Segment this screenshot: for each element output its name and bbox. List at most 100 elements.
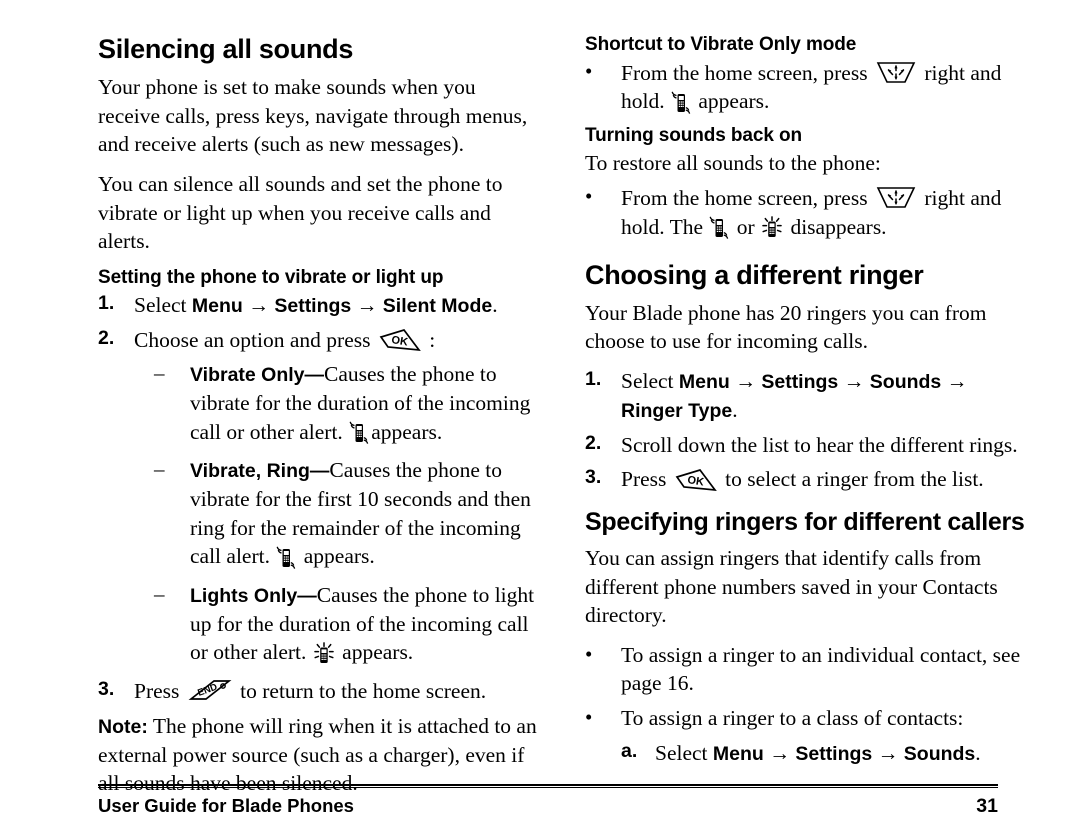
option-term: Lights Only— (190, 584, 317, 607)
list-item: 1. Select Menu → Settings → Sounds → Rin… (585, 367, 1028, 425)
subsection-heading-restore: Turning sounds back on (585, 125, 803, 147)
list-item: 3. Press END to return to the home scree… (98, 677, 541, 706)
page-title: Silencing all sounds (98, 34, 354, 64)
intro-paragraph-2: You can silence all sounds and set the p… (98, 172, 503, 254)
silent-mode-options: – Vibrate Only—Causes the phone to vibra… (154, 360, 541, 667)
step-marker: 1. (98, 291, 115, 314)
step-prefix: Select (134, 292, 192, 317)
substep-text: Select Menu → Settings → Sounds. (655, 739, 1028, 768)
footer-rule-thin (98, 787, 998, 788)
bullet-marker: • (585, 58, 593, 83)
menu-path-settings: Settings (274, 294, 352, 317)
list-item: 3. Press OK to select a ringer from the … (585, 465, 1028, 494)
manual-page: Silencing all sounds Your phone is set t… (0, 0, 1080, 839)
menu-path-settings: Settings (761, 371, 839, 394)
substep-marker: a. (621, 739, 638, 762)
restore-bullet-list: • From the home screen, press right and … (585, 183, 1028, 241)
substep-prefix: Select (655, 740, 713, 765)
bullet-prefix: From the home screen, press (621, 186, 873, 211)
svg-text:OK: OK (390, 334, 408, 348)
step-marker: 3. (585, 466, 602, 489)
step-suffix: to select a ringer from the list. (719, 467, 984, 492)
dash-marker: – (154, 457, 165, 482)
callers-substeps: a. Select Menu → Settings → Sounds. (621, 739, 1028, 768)
list-item: • From the home screen, press right and … (585, 183, 1028, 241)
dash-marker: – (154, 361, 165, 386)
step-prefix: Select (621, 369, 679, 394)
step-marker: 2. (98, 326, 115, 349)
vibrate-phone-icon (276, 546, 296, 570)
ringer-intro: Your Blade phone has 20 ringers you can … (585, 300, 987, 354)
option-tail: appears. (298, 544, 375, 569)
lights-phone-icon (313, 642, 335, 666)
option-tail: appears. (371, 419, 443, 444)
arrow-icon: → (872, 740, 904, 765)
option-tail: appears. (336, 640, 414, 665)
option-term: Vibrate Only— (190, 364, 325, 387)
bullet-joiner: or (731, 215, 761, 240)
vibrate-phone-icon (349, 421, 369, 445)
step-prefix: Press (134, 679, 185, 704)
svg-text:END: END (196, 682, 219, 699)
arrow-icon: → (763, 740, 796, 765)
option-text: Vibrate, Ring—Causes the phone to vibrat… (190, 456, 541, 571)
step-suffix: . (492, 292, 498, 317)
step-marker: 3. (98, 678, 115, 701)
bullet-prefix: From the home screen, press (621, 60, 873, 85)
step-text: Press OK to select a ringer from the lis… (621, 465, 1028, 494)
step-suffix: to return to the home screen. (234, 679, 487, 704)
step-text: Press END to return to the home screen. (134, 677, 541, 706)
subsection-heading-shortcut: Shortcut to Vibrate Only mode (585, 34, 857, 55)
bullet-marker: • (585, 641, 593, 666)
callers-intro: You can assign ringers that identify cal… (585, 546, 998, 628)
ok-key-icon: OK (675, 467, 717, 493)
step-marker: 1. (585, 368, 602, 391)
section-heading-choosing-ringer: Choosing a different ringer (585, 259, 924, 290)
two-column-layout: Silencing all sounds Your phone is set t… (98, 34, 1025, 795)
list-item: 2. Choose an option and press OK : (98, 326, 541, 355)
step-marker: 2. (585, 431, 602, 454)
page-footer: User Guide for Blade Phones 31 (98, 784, 998, 818)
arrow-icon: → (941, 369, 968, 394)
dash-marker: – (154, 581, 165, 606)
step-suffix: : (423, 327, 436, 352)
bullet-suffix: appears. (692, 89, 770, 114)
end-key-icon: END (188, 678, 232, 704)
menu-path-ringer-type: Ringer Type (621, 399, 733, 422)
arrow-icon: → (838, 369, 870, 394)
list-item: 2. Scroll down the list to hear the diff… (585, 431, 1028, 460)
step-text: Select Menu → Settings → Sounds → Ringer… (621, 367, 1028, 425)
svg-text:OK: OK (686, 474, 704, 488)
bullet-suffix: disappears. (785, 215, 887, 240)
navigation-key-icon (876, 183, 916, 211)
step-text: Select Menu → Settings → Silent Mode. (134, 291, 541, 320)
footer-page-number: 31 (976, 795, 998, 817)
list-item: • From the home screen, press right and … (585, 58, 1028, 116)
bullet-marker: • (585, 184, 593, 209)
list-item: • To assign a ringer to a class of conta… (585, 704, 1028, 733)
list-item: – Vibrate Only—Causes the phone to vibra… (154, 360, 541, 446)
menu-path-silent-mode: Silent Mode (382, 294, 493, 317)
option-text: Vibrate Only—Causes the phone to vibrate… (190, 360, 541, 446)
bullet-text: From the home screen, press right and ho… (621, 58, 1028, 116)
intro-paragraph-1: Your phone is set to make sounds when yo… (98, 75, 528, 157)
bullet-marker: • (585, 705, 593, 730)
menu-path-sounds: Sounds (869, 371, 942, 394)
arrow-icon: → (242, 292, 275, 317)
step-text: Choose an option and press OK : (134, 326, 541, 355)
list-item: a. Select Menu → Settings → Sounds. (621, 739, 1028, 768)
arrow-icon: → (729, 369, 762, 394)
left-column: Silencing all sounds Your phone is set t… (98, 34, 541, 809)
step-prefix: Press (621, 467, 672, 492)
vibrate-phone-icon (671, 91, 691, 115)
vibrate-setup-steps-continued: 3. Press END to return to the home scree… (98, 677, 541, 706)
ringer-steps: 1. Select Menu → Settings → Sounds → Rin… (585, 367, 1028, 494)
right-column: Shortcut to Vibrate Only mode • From the… (585, 34, 1028, 774)
menu-path-settings: Settings (795, 742, 873, 765)
note-label: Note: (98, 715, 148, 738)
ok-key-icon: OK (379, 327, 421, 353)
footer-row: User Guide for Blade Phones 31 (98, 795, 998, 818)
bullet-text: To assign a ringer to a class of contact… (621, 706, 964, 731)
menu-path-menu: Menu (678, 371, 730, 394)
option-term: Vibrate, Ring— (190, 460, 330, 483)
